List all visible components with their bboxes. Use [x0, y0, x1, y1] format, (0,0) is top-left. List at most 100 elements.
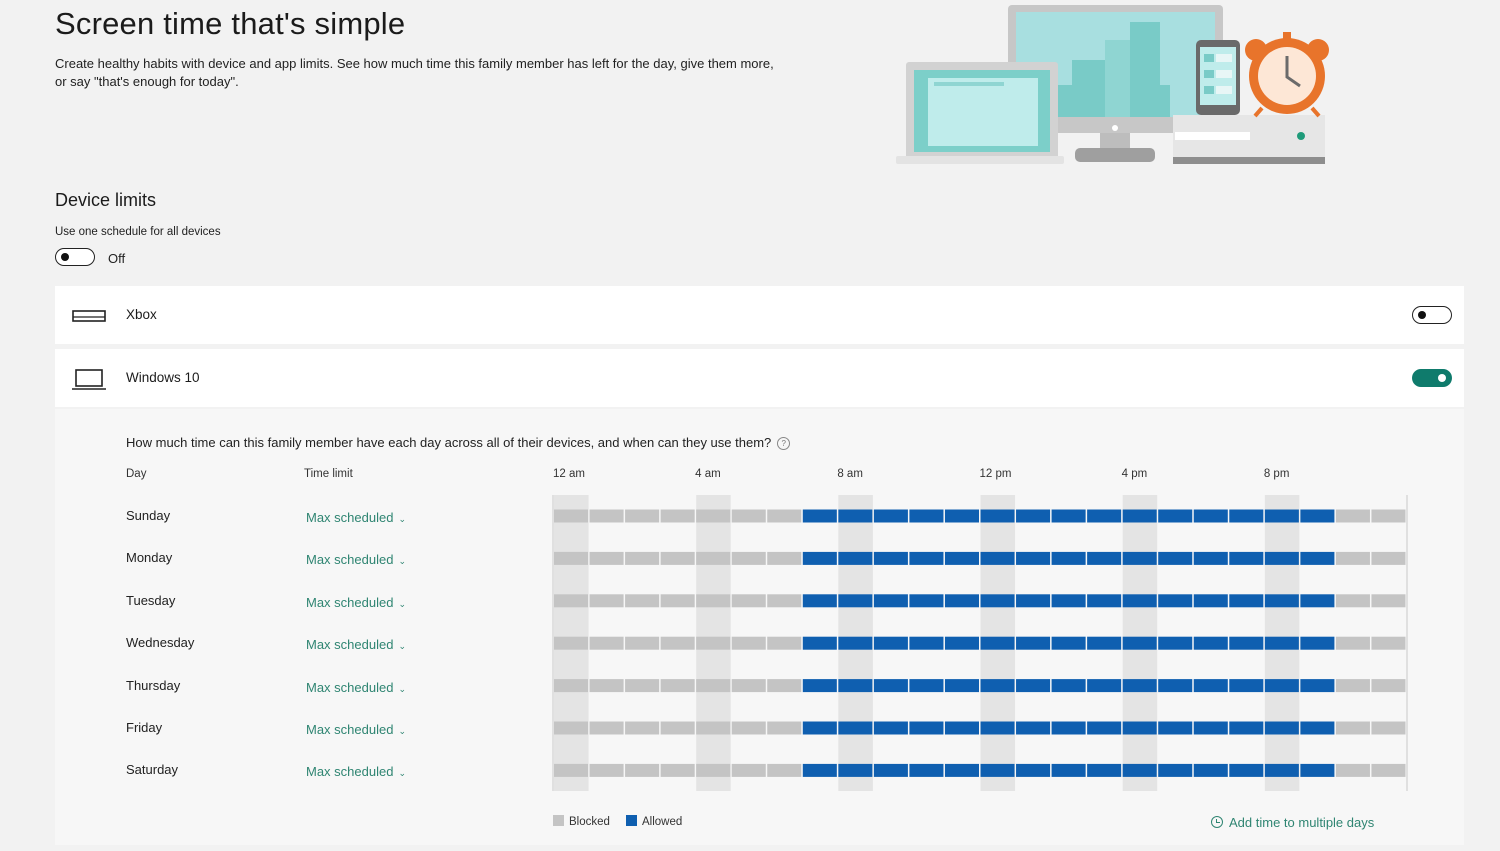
allowed-hour-cell[interactable]: [980, 509, 1015, 523]
allowed-hour-cell[interactable]: [1300, 679, 1335, 693]
allowed-hour-cell[interactable]: [1016, 763, 1051, 777]
blocked-hour-cell[interactable]: [731, 551, 766, 565]
blocked-hour-cell[interactable]: [589, 763, 624, 777]
blocked-hour-cell[interactable]: [589, 509, 624, 523]
blocked-hour-cell[interactable]: [696, 509, 731, 523]
allowed-hour-cell[interactable]: [1122, 509, 1157, 523]
allowed-hour-cell[interactable]: [944, 636, 979, 650]
blocked-hour-cell[interactable]: [625, 721, 660, 735]
blocked-hour-cell[interactable]: [589, 551, 624, 565]
allowed-hour-cell[interactable]: [1016, 721, 1051, 735]
allowed-hour-cell[interactable]: [1087, 509, 1122, 523]
allowed-hour-cell[interactable]: [944, 679, 979, 693]
blocked-hour-cell[interactable]: [731, 679, 766, 693]
allowed-hour-cell[interactable]: [980, 721, 1015, 735]
allowed-hour-cell[interactable]: [838, 636, 873, 650]
allowed-hour-cell[interactable]: [1300, 551, 1335, 565]
allowed-hour-cell[interactable]: [1122, 763, 1157, 777]
windows-toggle[interactable]: [1412, 369, 1452, 387]
allowed-hour-cell[interactable]: [909, 721, 944, 735]
allowed-hour-cell[interactable]: [909, 679, 944, 693]
allowed-hour-cell[interactable]: [944, 721, 979, 735]
allowed-hour-cell[interactable]: [1264, 763, 1299, 777]
allowed-hour-cell[interactable]: [1229, 763, 1264, 777]
blocked-hour-cell[interactable]: [767, 551, 802, 565]
blocked-hour-cell[interactable]: [660, 679, 695, 693]
blocked-hour-cell[interactable]: [1335, 551, 1370, 565]
allowed-hour-cell[interactable]: [980, 551, 1015, 565]
blocked-hour-cell[interactable]: [589, 636, 624, 650]
blocked-hour-cell[interactable]: [1371, 721, 1406, 735]
allowed-hour-cell[interactable]: [873, 509, 908, 523]
allowed-hour-cell[interactable]: [1051, 636, 1086, 650]
allowed-hour-cell[interactable]: [1193, 763, 1228, 777]
blocked-hour-cell[interactable]: [696, 594, 731, 608]
blocked-hour-cell[interactable]: [1371, 679, 1406, 693]
allowed-hour-cell[interactable]: [838, 509, 873, 523]
allowed-hour-cell[interactable]: [1300, 594, 1335, 608]
allowed-hour-cell[interactable]: [802, 509, 837, 523]
blocked-hour-cell[interactable]: [767, 509, 802, 523]
blocked-hour-cell[interactable]: [1371, 594, 1406, 608]
allowed-hour-cell[interactable]: [1193, 509, 1228, 523]
blocked-hour-cell[interactable]: [696, 679, 731, 693]
allowed-hour-cell[interactable]: [1087, 551, 1122, 565]
allowed-hour-cell[interactable]: [1122, 551, 1157, 565]
allowed-hour-cell[interactable]: [909, 509, 944, 523]
blocked-hour-cell[interactable]: [1371, 636, 1406, 650]
allowed-hour-cell[interactable]: [838, 551, 873, 565]
allowed-hour-cell[interactable]: [873, 636, 908, 650]
allowed-hour-cell[interactable]: [1229, 721, 1264, 735]
allowed-hour-cell[interactable]: [980, 679, 1015, 693]
blocked-hour-cell[interactable]: [767, 636, 802, 650]
blocked-hour-cell[interactable]: [554, 636, 589, 650]
allowed-hour-cell[interactable]: [1300, 763, 1335, 777]
allowed-hour-cell[interactable]: [1051, 763, 1086, 777]
allowed-hour-cell[interactable]: [1158, 594, 1193, 608]
blocked-hour-cell[interactable]: [625, 636, 660, 650]
allowed-hour-cell[interactable]: [1229, 636, 1264, 650]
allowed-hour-cell[interactable]: [802, 551, 837, 565]
allowed-hour-cell[interactable]: [1051, 509, 1086, 523]
blocked-hour-cell[interactable]: [1335, 763, 1370, 777]
allowed-hour-cell[interactable]: [873, 763, 908, 777]
allowed-hour-cell[interactable]: [873, 679, 908, 693]
allowed-hour-cell[interactable]: [1051, 594, 1086, 608]
allowed-hour-cell[interactable]: [1158, 551, 1193, 565]
allowed-hour-cell[interactable]: [1229, 594, 1264, 608]
blocked-hour-cell[interactable]: [625, 551, 660, 565]
blocked-hour-cell[interactable]: [660, 551, 695, 565]
allowed-hour-cell[interactable]: [1051, 721, 1086, 735]
blocked-hour-cell[interactable]: [696, 636, 731, 650]
allowed-hour-cell[interactable]: [1087, 594, 1122, 608]
allowed-hour-cell[interactable]: [802, 636, 837, 650]
allowed-hour-cell[interactable]: [1264, 679, 1299, 693]
blocked-hour-cell[interactable]: [554, 721, 589, 735]
blocked-hour-cell[interactable]: [1335, 721, 1370, 735]
allowed-hour-cell[interactable]: [1087, 721, 1122, 735]
blocked-hour-cell[interactable]: [660, 721, 695, 735]
allowed-hour-cell[interactable]: [1229, 679, 1264, 693]
blocked-hour-cell[interactable]: [589, 679, 624, 693]
blocked-hour-cell[interactable]: [767, 721, 802, 735]
blocked-hour-cell[interactable]: [1335, 679, 1370, 693]
allowed-hour-cell[interactable]: [909, 763, 944, 777]
device-row-xbox[interactable]: Xbox: [55, 286, 1464, 344]
allowed-hour-cell[interactable]: [1158, 721, 1193, 735]
allowed-hour-cell[interactable]: [873, 594, 908, 608]
allowed-hour-cell[interactable]: [802, 763, 837, 777]
device-row-windows[interactable]: Windows 10: [55, 349, 1464, 407]
allowed-hour-cell[interactable]: [1193, 551, 1228, 565]
allowed-hour-cell[interactable]: [1193, 594, 1228, 608]
allowed-hour-cell[interactable]: [1087, 763, 1122, 777]
allowed-hour-cell[interactable]: [1264, 509, 1299, 523]
blocked-hour-cell[interactable]: [625, 509, 660, 523]
blocked-hour-cell[interactable]: [1371, 509, 1406, 523]
blocked-hour-cell[interactable]: [767, 763, 802, 777]
blocked-hour-cell[interactable]: [731, 763, 766, 777]
allowed-hour-cell[interactable]: [1122, 594, 1157, 608]
blocked-hour-cell[interactable]: [589, 594, 624, 608]
allowed-hour-cell[interactable]: [944, 763, 979, 777]
blocked-hour-cell[interactable]: [554, 594, 589, 608]
allowed-hour-cell[interactable]: [1051, 679, 1086, 693]
